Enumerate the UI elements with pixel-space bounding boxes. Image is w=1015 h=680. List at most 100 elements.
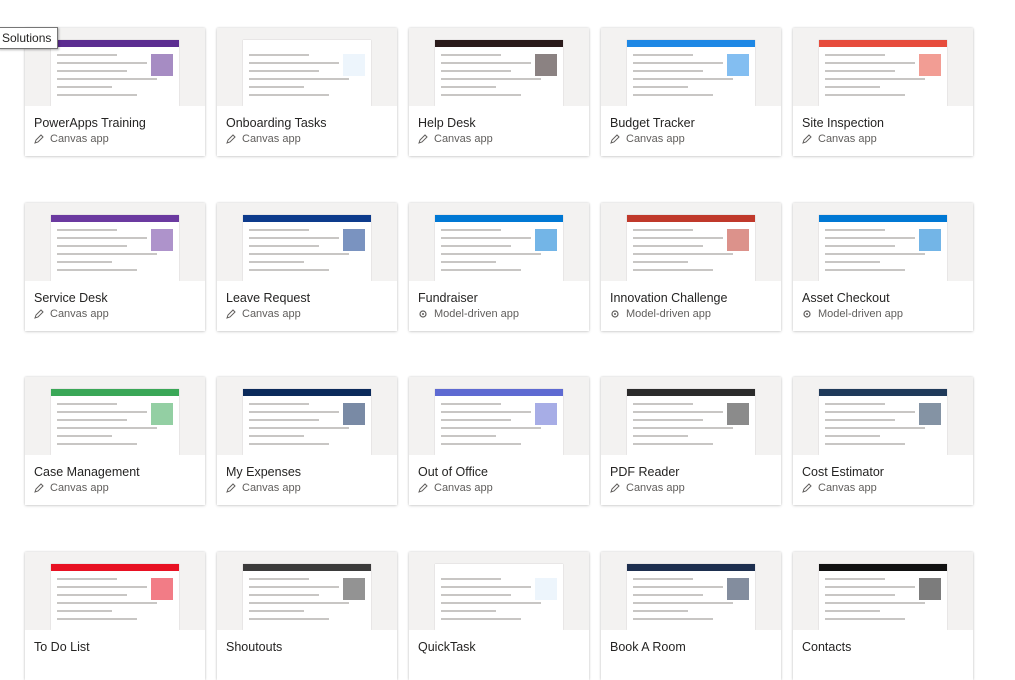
app-card-type-label: Canvas app — [242, 482, 301, 494]
app-card-title: Shoutouts — [226, 640, 283, 654]
app-card-type: Model-driven app — [610, 308, 711, 320]
app-card[interactable]: PDF Reader Canvas app — [601, 377, 781, 505]
app-thumbnail — [217, 203, 397, 281]
app-card-type: Canvas app — [34, 308, 109, 320]
app-card-type: Canvas app — [226, 133, 301, 145]
canvas-app-icon — [610, 483, 626, 493]
app-preview-image — [819, 215, 947, 281]
app-card[interactable]: Service Desk Canvas app — [25, 203, 205, 331]
canvas-app-icon — [226, 134, 242, 144]
app-card-type: Canvas app — [34, 133, 109, 145]
app-thumbnail — [409, 552, 589, 630]
app-preview-image — [435, 215, 563, 281]
app-card[interactable]: Book A Room — [601, 552, 781, 680]
app-card-title: Innovation Challenge — [610, 291, 728, 305]
app-card-type-label: Canvas app — [626, 133, 685, 145]
app-card-type-label: Model-driven app — [818, 308, 903, 320]
app-card[interactable]: Asset Checkout Model-driven app — [793, 203, 973, 331]
app-thumbnail — [793, 203, 973, 281]
canvas-app-icon — [802, 134, 818, 144]
solutions-tooltip: Solutions — [0, 27, 59, 49]
app-card-title: Site Inspection — [802, 116, 884, 130]
model-driven-app-icon — [802, 309, 818, 319]
app-preview-image — [243, 40, 371, 106]
app-card[interactable]: Contacts — [793, 552, 973, 680]
app-preview-image — [819, 564, 947, 630]
app-preview-image — [819, 40, 947, 106]
app-thumbnail — [601, 377, 781, 455]
app-card-type: Canvas app — [418, 482, 493, 494]
app-thumbnail — [409, 28, 589, 106]
app-card-type-label: Canvas app — [818, 133, 877, 145]
app-card-type-label: Canvas app — [242, 308, 301, 320]
app-card-type-label: Canvas app — [626, 482, 685, 494]
app-card[interactable]: Leave Request Canvas app — [217, 203, 397, 331]
app-card-title: Service Desk — [34, 291, 108, 305]
app-card[interactable]: To Do List — [25, 552, 205, 680]
app-preview-image — [627, 389, 755, 455]
app-thumbnail — [601, 203, 781, 281]
app-thumbnail — [793, 28, 973, 106]
app-card-title: PDF Reader — [610, 465, 680, 479]
app-preview-image — [243, 215, 371, 281]
app-card[interactable]: Case Management Canvas app — [25, 377, 205, 505]
model-driven-app-icon — [418, 309, 434, 319]
app-card[interactable]: My Expenses Canvas app — [217, 377, 397, 505]
app-card-title: My Expenses — [226, 465, 302, 479]
app-card[interactable]: Shoutouts — [217, 552, 397, 680]
app-card-title: Cost Estimator — [802, 465, 884, 479]
app-templates-grid: PowerApps Training Canvas app Onboarding T… — [25, 28, 985, 680]
app-thumbnail — [217, 28, 397, 106]
app-card[interactable]: Onboarding Tasks Canvas app — [217, 28, 397, 156]
app-preview-image — [243, 564, 371, 630]
app-card[interactable]: Fundraiser Model-driven app — [409, 203, 589, 331]
app-card-type-label: Canvas app — [242, 133, 301, 145]
app-card-title: Fundraiser — [418, 291, 478, 305]
canvas-app-icon — [34, 309, 50, 319]
app-card-title: Budget Tracker — [610, 116, 695, 130]
app-card-title: Onboarding Tasks — [226, 116, 327, 130]
canvas-app-icon — [34, 134, 50, 144]
app-card-title: To Do List — [34, 640, 90, 654]
app-card-type-label: Canvas app — [50, 308, 109, 320]
app-thumbnail — [793, 552, 973, 630]
canvas-app-icon — [802, 483, 818, 493]
app-card-title: QuickTask — [418, 640, 476, 654]
canvas-app-icon — [34, 483, 50, 493]
app-preview-image — [51, 389, 179, 455]
app-card-type: Canvas app — [34, 482, 109, 494]
app-card[interactable]: Innovation Challenge Model-driven app — [601, 203, 781, 331]
app-thumbnail — [25, 203, 205, 281]
app-preview-image — [435, 564, 563, 630]
app-preview-image — [819, 389, 947, 455]
app-card-type: Canvas app — [226, 482, 301, 494]
app-card-title: PowerApps Training — [34, 116, 146, 130]
app-card-type-label: Canvas app — [50, 133, 109, 145]
app-preview-image — [627, 40, 755, 106]
canvas-app-icon — [418, 134, 434, 144]
app-card[interactable]: Help Desk Canvas app — [409, 28, 589, 156]
app-card-type-label: Canvas app — [434, 482, 493, 494]
app-card-type: Canvas app — [610, 482, 685, 494]
app-card-title: Case Management — [34, 465, 140, 479]
app-preview-image — [243, 389, 371, 455]
app-thumbnail — [409, 203, 589, 281]
app-card[interactable]: Out of Office Canvas app — [409, 377, 589, 505]
canvas-app-icon — [418, 483, 434, 493]
app-card[interactable]: Cost Estimator Canvas app — [793, 377, 973, 505]
app-card-type: Canvas app — [802, 133, 877, 145]
app-preview-image — [627, 215, 755, 281]
app-preview-image — [627, 564, 755, 630]
app-card-type: Canvas app — [418, 133, 493, 145]
app-card-type: Canvas app — [226, 308, 301, 320]
app-card[interactable]: QuickTask — [409, 552, 589, 680]
app-card[interactable]: Site Inspection Canvas app — [793, 28, 973, 156]
app-card-type-label: Canvas app — [818, 482, 877, 494]
model-driven-app-icon — [610, 309, 626, 319]
app-card[interactable]: Budget Tracker Canvas app — [601, 28, 781, 156]
app-thumbnail — [217, 377, 397, 455]
app-card-type-label: Canvas app — [50, 482, 109, 494]
app-card-title: Book A Room — [610, 640, 686, 654]
app-card-type: Canvas app — [802, 482, 877, 494]
app-card-type: Model-driven app — [418, 308, 519, 320]
